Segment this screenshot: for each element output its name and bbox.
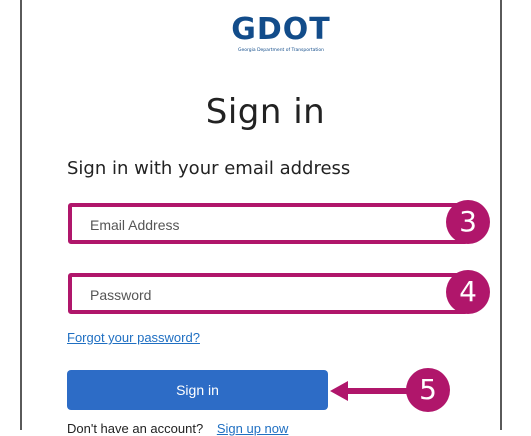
sign-in-button[interactable]: Sign in (67, 370, 328, 410)
email-field-highlight (68, 203, 468, 244)
forgot-password-link[interactable]: Forgot your password? (67, 330, 200, 345)
logo-text: GDOT (231, 12, 331, 47)
callout-badge-password: 4 (446, 270, 490, 314)
page-subtitle: Sign in with your email address (67, 158, 351, 179)
page-title: Sign in (205, 92, 326, 132)
logo-subtext: Georgia Department of Transportation (238, 48, 324, 53)
password-field-highlight (68, 273, 468, 314)
callout-badge-email: 3 (446, 200, 490, 244)
password-field[interactable] (88, 283, 452, 307)
callout-arrow-line (346, 388, 408, 394)
gdot-logo: GDOT Georgia Department of Transportatio… (226, 14, 336, 58)
email-field[interactable] (88, 213, 452, 237)
callout-badge-signin: 5 (406, 368, 450, 412)
